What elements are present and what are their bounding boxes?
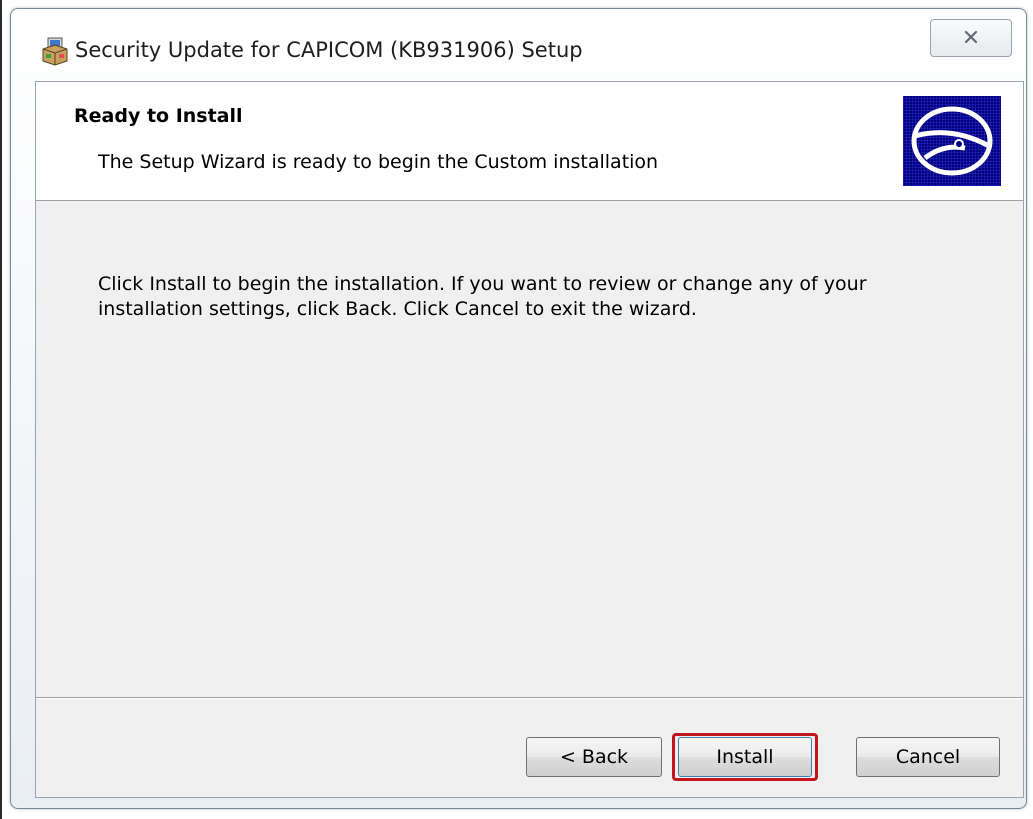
title-bar[interactable]: Security Update for CAPICOM (KB931906) S… xyxy=(11,9,1026,77)
instructions-line: Click Install to begin the installation.… xyxy=(98,273,867,295)
instructions-text: Click Install to begin the installation.… xyxy=(98,272,978,322)
disc-icon xyxy=(903,106,1001,190)
dialog-client-area: Ready to Install The Setup Wizard is rea… xyxy=(35,81,1024,798)
instructions-line: installation settings, click Back. Click… xyxy=(98,298,697,320)
close-icon xyxy=(964,29,978,48)
button-area-divider xyxy=(36,697,1023,699)
setup-banner-image xyxy=(903,96,1001,186)
screenshot-canvas: Security Update for CAPICOM (KB931906) S… xyxy=(0,0,1033,819)
install-button[interactable]: Install xyxy=(678,737,812,777)
window-title: Security Update for CAPICOM (KB931906) S… xyxy=(75,38,583,62)
page-title: Ready to Install xyxy=(74,105,243,127)
back-button[interactable]: < Back xyxy=(526,737,662,777)
setup-dialog-window: Security Update for CAPICOM (KB931906) S… xyxy=(10,8,1027,809)
wizard-header-banner: Ready to Install The Setup Wizard is rea… xyxy=(36,82,1023,201)
cancel-button[interactable]: Cancel xyxy=(856,737,1000,777)
close-button[interactable] xyxy=(930,19,1012,57)
installer-package-icon xyxy=(39,35,71,67)
page-subtitle: The Setup Wizard is ready to begin the C… xyxy=(98,151,659,173)
